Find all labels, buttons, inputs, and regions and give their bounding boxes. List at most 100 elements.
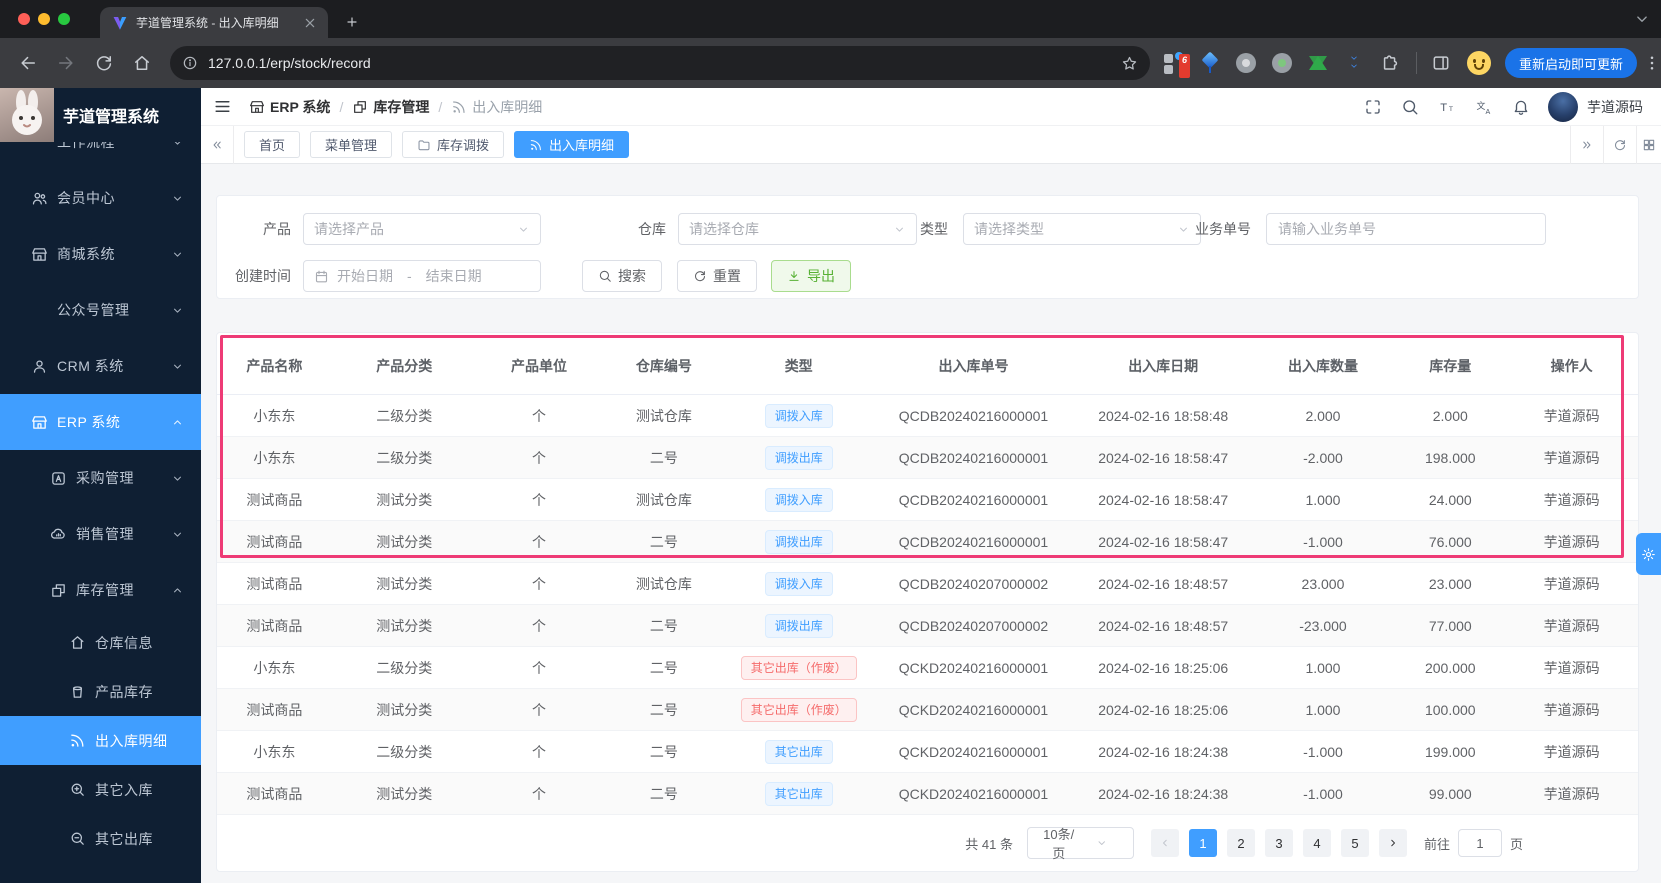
- theme-settings-button[interactable]: [1636, 533, 1661, 575]
- forward-button[interactable]: [56, 53, 76, 73]
- minimize-window-button[interactable]: [38, 13, 50, 25]
- search-icon[interactable]: [1401, 98, 1419, 116]
- column-header-库存量: 库存量: [1429, 358, 1472, 374]
- type-select[interactable]: 请选择类型: [963, 213, 1201, 245]
- browser-menu-icon[interactable]: [1643, 54, 1661, 72]
- extensions-puzzle-icon[interactable]: [1378, 51, 1402, 75]
- table-row[interactable]: 测试商品 测试分类 个 测试仓库 调拨入库 QCDB20240207000002 2024-…: [217, 563, 1638, 605]
- address-bar[interactable]: 127.0.0.1/erp/stock/record: [170, 46, 1150, 80]
- extension-gray-circle-icon[interactable]: [1234, 51, 1258, 75]
- collapse-menu-icon[interactable]: [213, 97, 232, 116]
- layout-grid-icon[interactable]: [1642, 138, 1656, 152]
- back-button[interactable]: [18, 53, 38, 73]
- page-button-1[interactable]: 1: [1188, 829, 1217, 857]
- sidebar-item-商城系统[interactable]: 商城系统: [0, 226, 201, 282]
- table-row[interactable]: 小东东 二级分类 个 二号 其它出库 QCKD20240216000001 2024-02-…: [217, 731, 1638, 773]
- biz-no-label: 业务单号: [1195, 221, 1251, 237]
- table-row[interactable]: 测试商品 测试分类 个 二号 其它出库 QCKD20240216000001 2024-02…: [217, 773, 1638, 815]
- user-name[interactable]: 芋道源码: [1587, 97, 1643, 117]
- browser-update-button[interactable]: 重新启动即可更新: [1504, 48, 1637, 78]
- profile-avatar[interactable]: [1466, 51, 1491, 75]
- search-icon: [598, 269, 612, 283]
- tab-search-icon[interactable]: [1633, 10, 1651, 28]
- font-size-icon[interactable]: TT: [1438, 98, 1456, 116]
- sidebar-item-工作流程[interactable]: 工作流程: [0, 142, 201, 170]
- extension-green-star-icon[interactable]: [1306, 51, 1330, 75]
- zoom-window-button[interactable]: [58, 13, 70, 25]
- goto-page-input[interactable]: [1457, 829, 1502, 857]
- tabs-scroll-right-icon[interactable]: [1580, 138, 1594, 152]
- new-tab-button[interactable]: [340, 10, 364, 34]
- page-button-2[interactable]: 2: [1226, 829, 1255, 857]
- product-select[interactable]: 请选择产品: [303, 213, 541, 245]
- tabs-scroll-left-icon[interactable]: [210, 138, 224, 152]
- sidebar-item-库存管理[interactable]: 库存管理: [0, 562, 201, 618]
- sidebar-item-公众号管理[interactable]: 公众号管理: [0, 282, 201, 338]
- svg-text:T: T: [1449, 105, 1453, 112]
- product-placeholder: 请选择产品: [314, 221, 384, 237]
- sidebar-item-会员中心[interactable]: 会员中心: [0, 170, 201, 226]
- url-text[interactable]: 127.0.0.1/erp/stock/record: [208, 55, 1121, 71]
- sidebar-item-仓库信息[interactable]: 仓库信息: [0, 618, 201, 667]
- table-row[interactable]: 小东东 二级分类 个 二号 其它出库（作废） QCKD20240216000001 2024…: [217, 647, 1638, 689]
- tab-出入库明细[interactable]: 出入库明细: [514, 131, 630, 158]
- window-controls[interactable]: [18, 13, 70, 25]
- table-row[interactable]: 测试商品 测试分类 个 测试仓库 调拨入库 QCDB20240216000001 2024-…: [217, 479, 1638, 521]
- tab-库存调拨[interactable]: 库存调拨: [402, 131, 505, 158]
- tab-首页[interactable]: 首页: [244, 131, 301, 158]
- goto-suffix: 页: [1509, 836, 1523, 852]
- locale-icon[interactable]: 文A: [1475, 98, 1493, 116]
- breadcrumb-item[interactable]: ERP 系统: [249, 97, 330, 117]
- next-page-button[interactable]: [1378, 829, 1407, 857]
- warehouse-label: 仓库: [638, 221, 666, 237]
- sidebar-item-采购管理[interactable]: 采购管理: [0, 450, 201, 506]
- prev-page-button[interactable]: [1150, 829, 1179, 857]
- extension-tampermonkey-icon[interactable]: 6: [1162, 51, 1190, 78]
- sidebar-item-label: 销售管理: [76, 526, 134, 542]
- notification-bell-icon[interactable]: [1512, 98, 1530, 116]
- reset-button[interactable]: 重置: [677, 260, 757, 292]
- sidebar-item-出入库明细[interactable]: 出入库明细: [0, 716, 201, 765]
- page-size-select[interactable]: 10条/页: [1026, 827, 1134, 861]
- sidebar-item-其它入库[interactable]: 其它入库: [0, 765, 201, 814]
- side-panel-icon[interactable]: [1429, 51, 1453, 75]
- table-row[interactable]: 小东东 二级分类 个 测试仓库 调拨入库 QCDB20240216000001 2024-0…: [217, 395, 1638, 437]
- extension-double-chevron-icon[interactable]: [1342, 51, 1366, 75]
- user-avatar[interactable]: [1548, 91, 1578, 122]
- export-button[interactable]: 导出: [771, 260, 851, 292]
- site-info-icon[interactable]: [182, 55, 198, 71]
- page-button-4[interactable]: 4: [1302, 829, 1331, 857]
- home-button[interactable]: [132, 53, 152, 73]
- sidebar-item-产品库存[interactable]: 产品库存: [0, 667, 201, 716]
- cell-unit: 个: [532, 575, 547, 592]
- sidebar-item-ERP 系统[interactable]: ERP 系统: [0, 394, 201, 450]
- browser-tab[interactable]: 芋道管理系统 - 出入库明细: [100, 7, 328, 38]
- fullscreen-icon[interactable]: [1364, 98, 1382, 116]
- sidebar-item-CRM 系统[interactable]: CRM 系统: [0, 338, 201, 394]
- close-tab-icon[interactable]: [302, 15, 318, 31]
- refresh-page-icon[interactable]: [1613, 138, 1627, 152]
- warehouse-select[interactable]: 请选择仓库: [678, 213, 917, 245]
- cell-warehouse: 二号: [649, 449, 678, 466]
- breadcrumb-item[interactable]: 出入库明细: [451, 97, 542, 117]
- reload-button[interactable]: [94, 53, 114, 73]
- search-button[interactable]: 搜索: [582, 260, 662, 292]
- cell-order_no: QCDB20240216000001: [898, 449, 1049, 466]
- table-row[interactable]: 测试商品 测试分类 个 二号 调拨出库 QCDB20240216000001 2024-02…: [217, 521, 1638, 563]
- extension-green-circle-icon[interactable]: [1270, 51, 1294, 75]
- tab-菜单管理[interactable]: 菜单管理: [310, 131, 393, 158]
- sidebar-item-其它出库[interactable]: 其它出库: [0, 814, 201, 863]
- sidebar-item-销售管理[interactable]: 销售管理: [0, 506, 201, 562]
- bookmark-star-icon[interactable]: [1121, 55, 1138, 72]
- page-button-3[interactable]: 3: [1264, 829, 1293, 857]
- breadcrumb-item[interactable]: 库存管理: [352, 97, 429, 117]
- table-row[interactable]: 测试商品 测试分类 个 二号 调拨出库 QCDB20240207000002 2024-02…: [217, 605, 1638, 647]
- table-row[interactable]: 测试商品 测试分类 个 二号 其它出库（作废） QCKD20240216000001 202…: [217, 689, 1638, 731]
- extension-kite-icon[interactable]: [1198, 51, 1222, 75]
- close-window-button[interactable]: [18, 13, 30, 25]
- table-row[interactable]: 小东东 二级分类 个 二号 调拨出库 QCDB20240216000001 2024-02-…: [217, 437, 1638, 479]
- biz-no-input[interactable]: [1266, 213, 1546, 245]
- app-logo[interactable]: 芋道管理系统: [0, 88, 201, 142]
- date-range-picker[interactable]: 开始日期 - 结束日期: [303, 260, 541, 292]
- page-button-5[interactable]: 5: [1340, 829, 1369, 857]
